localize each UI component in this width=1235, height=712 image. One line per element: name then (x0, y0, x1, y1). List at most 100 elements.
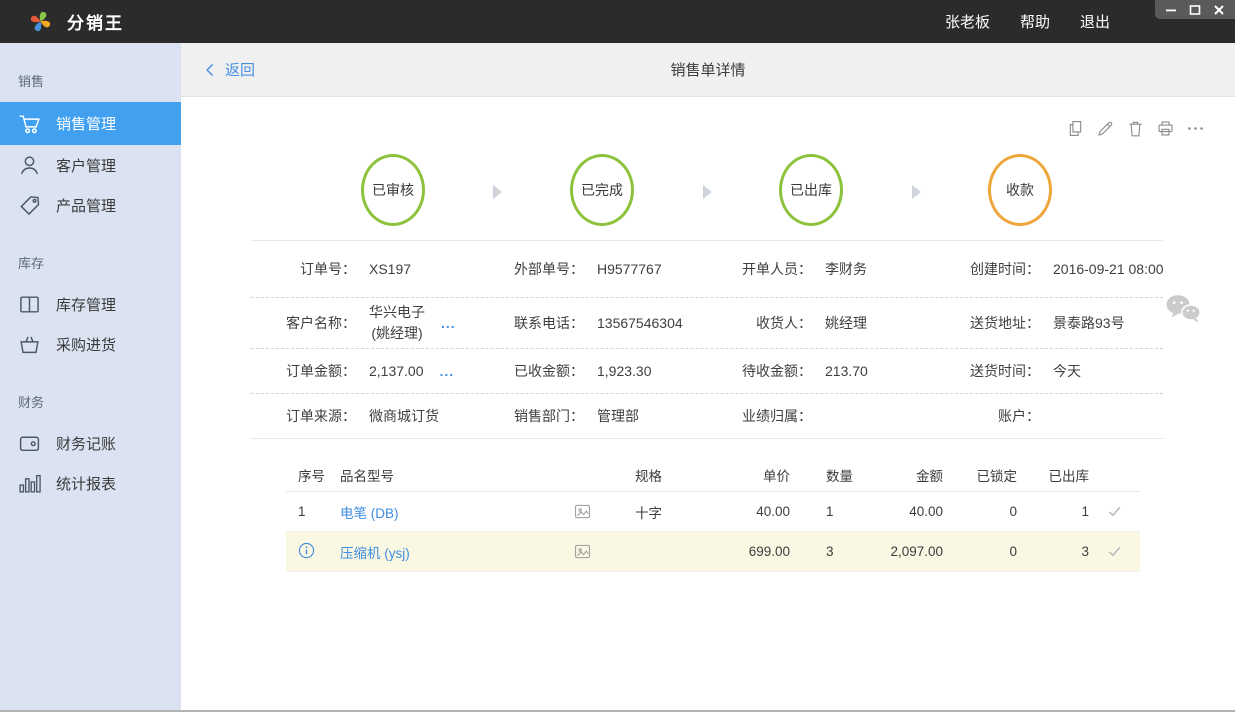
delete-icon[interactable] (1126, 119, 1145, 138)
duplicate-icon[interactable] (1066, 119, 1085, 138)
customer-more-link[interactable]: ... (441, 315, 456, 331)
sidebar-item-label: 采购进货 (56, 334, 116, 355)
product-image-icon[interactable] (560, 543, 605, 560)
sidebar-section-sales: 销售 (0, 57, 181, 102)
help-link[interactable]: 帮助 (1020, 11, 1050, 32)
app-name: 分销王 (67, 9, 124, 34)
step-label: 已出库 (790, 180, 832, 200)
tag-icon (18, 194, 41, 217)
sidebar-item-label: 产品管理 (56, 195, 116, 216)
maximize-icon (1189, 4, 1201, 16)
close-button[interactable] (1211, 2, 1227, 18)
sidebar-item-finance-bookkeeping[interactable]: 财务记账 (0, 423, 181, 463)
step-approved: 已审核 (361, 154, 425, 226)
sidebar-item-inventory-management[interactable]: 库存管理 (0, 284, 181, 324)
sidebar-item-sales-management[interactable]: 销售管理 (0, 102, 181, 145)
field-label: 送货地址： (935, 313, 1040, 333)
book-icon (18, 293, 41, 316)
col-seq: 序号 (286, 465, 330, 485)
step-payment: 收款 (988, 154, 1052, 226)
field-pending-amount: 待收金额： 213.70 (707, 361, 935, 381)
edit-icon[interactable] (1096, 119, 1115, 138)
field-label: 已收金额： (479, 361, 584, 381)
field-contact-phone: 联系电话： 13567546304 (479, 313, 707, 333)
field-value: 管理部 (597, 406, 639, 426)
user-menu[interactable]: 张老板 (945, 11, 990, 32)
row-qty: 3 (790, 544, 854, 559)
col-name: 品名型号 (330, 465, 560, 485)
sidebar-item-label: 财务记账 (56, 433, 116, 454)
step-shipped: 已出库 (779, 154, 843, 226)
brand: 分销王 (27, 8, 124, 35)
more-icon[interactable] (1186, 119, 1205, 138)
details-row-1: 订单号： XS197 外部单号： H9577767 开单人员： 李财务 创建时间… (251, 241, 1163, 298)
minimize-button[interactable] (1163, 2, 1179, 18)
back-button[interactable]: 返回 (203, 59, 255, 80)
field-value: 景泰路93号 (1053, 313, 1125, 333)
sidebar-item-customer-management[interactable]: 客户管理 (0, 145, 181, 185)
print-icon[interactable] (1156, 119, 1175, 138)
check-icon (1089, 504, 1140, 519)
col-shipped: 已出库 (1017, 465, 1089, 485)
info-icon[interactable] (286, 542, 330, 562)
field-label: 订单来源： (251, 406, 356, 426)
logout-link[interactable]: 退出 (1080, 11, 1110, 32)
field-label: 待收金额： (707, 361, 812, 381)
field-order-amount: 订单金额： 2,137.00 ... (251, 361, 479, 381)
field-label: 客户名称： (251, 313, 356, 333)
table-header: 序号 品名型号 规格 单价 数量 金额 已锁定 已出库 (286, 458, 1140, 492)
field-issuer: 开单人员： 李财务 (707, 259, 935, 279)
field-value: 李财务 (825, 259, 867, 279)
amount-more-link[interactable]: ... (440, 363, 455, 379)
titlebar: 分销王 张老板 帮助 退出 (0, 0, 1235, 43)
sidebar-item-label: 统计报表 (56, 473, 116, 494)
wallet-icon (18, 432, 41, 455)
product-link[interactable]: 电笔 (DB) (330, 502, 560, 522)
row-price: 40.00 (700, 504, 790, 519)
row-locked: 0 (943, 544, 1017, 559)
field-value: 微商城订货 (369, 406, 439, 426)
app-logo-icon (27, 8, 54, 35)
sidebar-section-inventory: 库存 (0, 225, 181, 284)
sidebar-item-statistics-reports[interactable]: 统计报表 (0, 463, 181, 503)
field-label: 送货时间： (935, 361, 1040, 381)
col-qty: 数量 (790, 465, 854, 485)
field-account: 账户： (935, 406, 1163, 426)
col-locked: 已锁定 (943, 465, 1017, 485)
step-arrow-icon (912, 185, 921, 199)
field-label: 销售部门： (479, 406, 584, 426)
page-title: 销售单详情 (670, 59, 745, 80)
field-sales-department: 销售部门： 管理部 (479, 406, 707, 426)
basket-icon (18, 333, 41, 356)
row-shipped: 3 (1017, 544, 1089, 559)
app-window: 分销王 张老板 帮助 退出 销售 销售 (0, 0, 1235, 712)
row-qty: 1 (790, 504, 854, 519)
wechat-icon[interactable] (1165, 293, 1201, 325)
sidebar-section-finance: 财务 (0, 364, 181, 423)
product-image-icon[interactable] (560, 503, 605, 520)
row-amount: 2,097.00 (854, 544, 943, 559)
sidebar-item-product-management[interactable]: 产品管理 (0, 185, 181, 225)
field-value: 1,923.30 (597, 363, 652, 379)
field-delivery-address: 送货地址： 景泰路93号 (935, 313, 1163, 333)
sidebar-item-label: 客户管理 (56, 155, 116, 176)
step-label: 已审核 (372, 180, 414, 200)
field-value: XS197 (369, 261, 411, 277)
field-performance-owner: 业绩归属： (707, 406, 935, 426)
cart-icon (18, 112, 41, 135)
chart-icon (18, 472, 41, 495)
step-label: 收款 (1006, 180, 1034, 200)
order-items-table: 序号 品名型号 规格 单价 数量 金额 已锁定 已出库 1 电笔 (DB) (286, 458, 1140, 572)
field-label: 业绩归属： (707, 406, 812, 426)
field-value: 2,137.00 (369, 363, 424, 379)
field-label: 联系电话： (479, 313, 584, 333)
field-value: 2016-09-21 08:00 (1053, 261, 1164, 277)
sidebar-item-purchasing[interactable]: 采购进货 (0, 324, 181, 364)
check-icon (1089, 544, 1140, 559)
field-order-no: 订单号： XS197 (251, 259, 479, 279)
details-row-3: 订单金额： 2,137.00 ... 已收金额： 1,923.30 待收金额： … (251, 349, 1163, 394)
product-link[interactable]: 压缩机 (ysj) (330, 542, 560, 562)
field-label: 订单号： (251, 259, 356, 279)
chevron-left-icon (203, 62, 216, 78)
maximize-button[interactable] (1187, 2, 1203, 18)
